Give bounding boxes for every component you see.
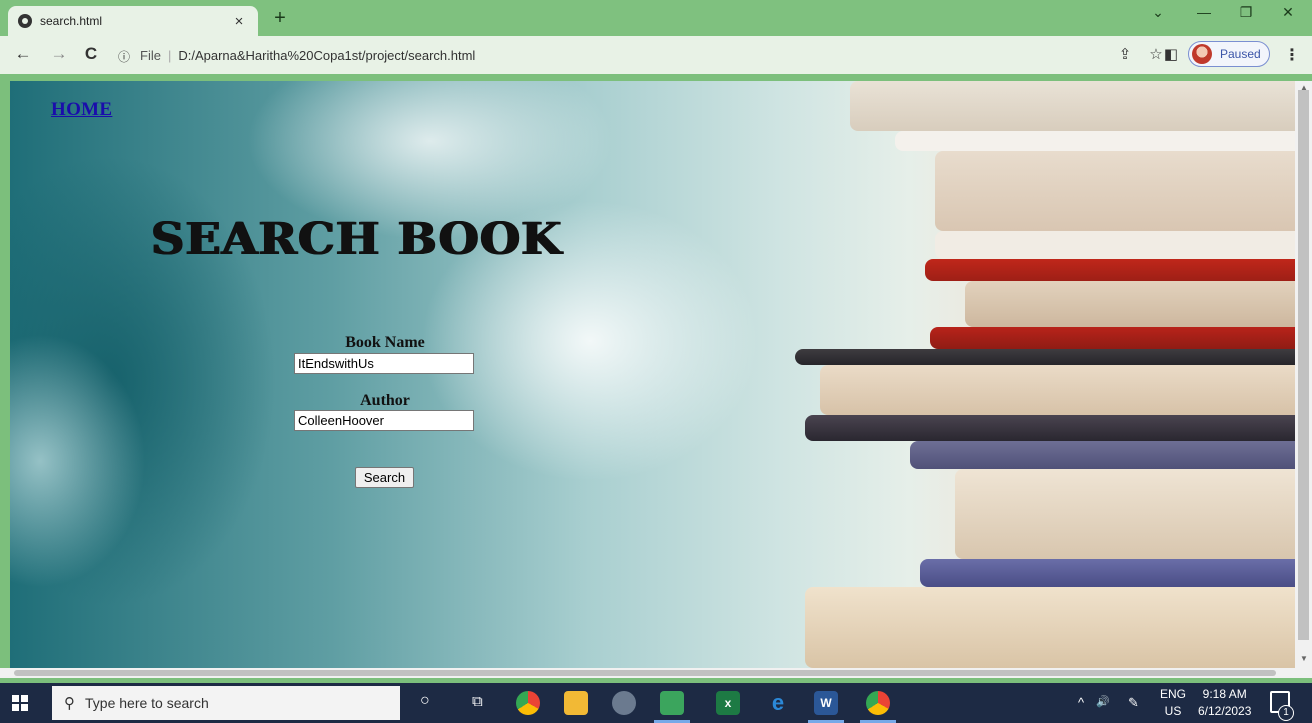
clock-time: 9:18 AM [1202, 687, 1247, 701]
tab-search-icon[interactable]: ⌄ [1140, 4, 1176, 21]
browser-toolbar: ← → C ⓘ File | D:/Aparna&Haritha%20Copa1… [0, 36, 1312, 74]
app-icon[interactable] [612, 691, 636, 715]
browser-titlebar: search.html × + ⌄ — ❐ ✕ [0, 0, 1312, 36]
tab-close-icon[interactable]: × [230, 13, 248, 30]
address-bar[interactable]: ⓘ File | D:/Aparna&Haritha%20Copa1st/pro… [108, 41, 1138, 69]
taskbar-search[interactable]: ⚲ Type here to search [52, 686, 400, 720]
profile-button[interactable]: Paused [1188, 41, 1270, 67]
region-code: US [1164, 704, 1182, 718]
home-link[interactable]: HOME [51, 99, 112, 121]
edge-icon[interactable]: e [766, 690, 790, 715]
share-icon[interactable]: ⇪ [1115, 45, 1135, 63]
excel-icon[interactable]: x [716, 691, 740, 715]
cortana-icon[interactable]: ○ [420, 692, 430, 710]
page-title: SEARCH BOOK [151, 214, 563, 265]
browser-menu-icon[interactable]: ⋮ [1284, 45, 1300, 65]
forward-button[interactable]: → [48, 44, 70, 64]
vertical-scroll-thumb[interactable] [1298, 90, 1309, 640]
page-viewport: HOME SEARCH BOOK Book Name Author Search [10, 81, 1295, 668]
windows-start-icon[interactable] [12, 695, 28, 711]
close-window-button[interactable]: ✕ [1270, 4, 1306, 21]
info-icon[interactable]: ⓘ [118, 48, 136, 64]
tray-chevron-icon[interactable]: ^ [1078, 695, 1084, 710]
back-button[interactable]: ← [12, 44, 34, 64]
avatar [1192, 44, 1212, 64]
language-indicator[interactable]: ENG US [1160, 686, 1186, 720]
chrome-icon[interactable] [516, 691, 540, 715]
url-scheme: File [140, 47, 161, 63]
pen-icon[interactable]: ✎ [1128, 695, 1139, 711]
browser-tab[interactable]: search.html × [8, 6, 258, 36]
task-view-icon[interactable]: ⧉ [472, 693, 483, 710]
book-stack-background [790, 81, 1295, 668]
word-icon[interactable]: W [814, 691, 838, 715]
restore-button[interactable]: ❐ [1228, 4, 1264, 21]
notepad-icon[interactable] [660, 691, 684, 715]
horizontal-scroll-thumb[interactable] [14, 670, 1276, 676]
new-tab-button[interactable]: + [268, 7, 292, 30]
author-input[interactable] [294, 410, 474, 431]
book-name-label: Book Name [345, 334, 425, 351]
file-explorer-icon[interactable] [564, 691, 588, 715]
author-label: Author [360, 392, 410, 409]
system-clock[interactable]: 9:18 AM 6/12/2023 [1198, 686, 1251, 720]
scroll-up-icon[interactable]: ▲ [1300, 83, 1308, 92]
globe-icon [18, 14, 32, 28]
minimize-button[interactable]: — [1186, 4, 1222, 20]
chrome-profile-icon[interactable] [866, 691, 890, 715]
profile-status: Paused [1220, 47, 1261, 61]
language-code: ENG [1160, 687, 1187, 701]
url-text[interactable]: D:/Aparna&Haritha%20Copa1st/project/sear… [178, 48, 475, 63]
reload-button[interactable]: C [80, 44, 102, 64]
tab-title: search.html [40, 14, 103, 28]
side-panel-icon[interactable]: ◧ [1161, 45, 1181, 63]
notification-badge: 1 [1278, 705, 1294, 721]
windows-taskbar: ⚲ Type here to search ○ ⧉ x e W ^ 🔊 ✎ EN… [0, 683, 1312, 723]
book-name-input[interactable] [294, 353, 474, 374]
taskbar-search-placeholder: Type here to search [85, 695, 209, 711]
search-button[interactable]: Search [355, 467, 414, 488]
clock-date: 6/12/2023 [1198, 704, 1252, 718]
volume-icon[interactable]: 🔊 [1096, 695, 1110, 708]
url-separator: | [167, 47, 172, 63]
scroll-down-icon[interactable]: ▼ [1300, 654, 1308, 663]
search-icon: ⚲ [64, 695, 75, 712]
